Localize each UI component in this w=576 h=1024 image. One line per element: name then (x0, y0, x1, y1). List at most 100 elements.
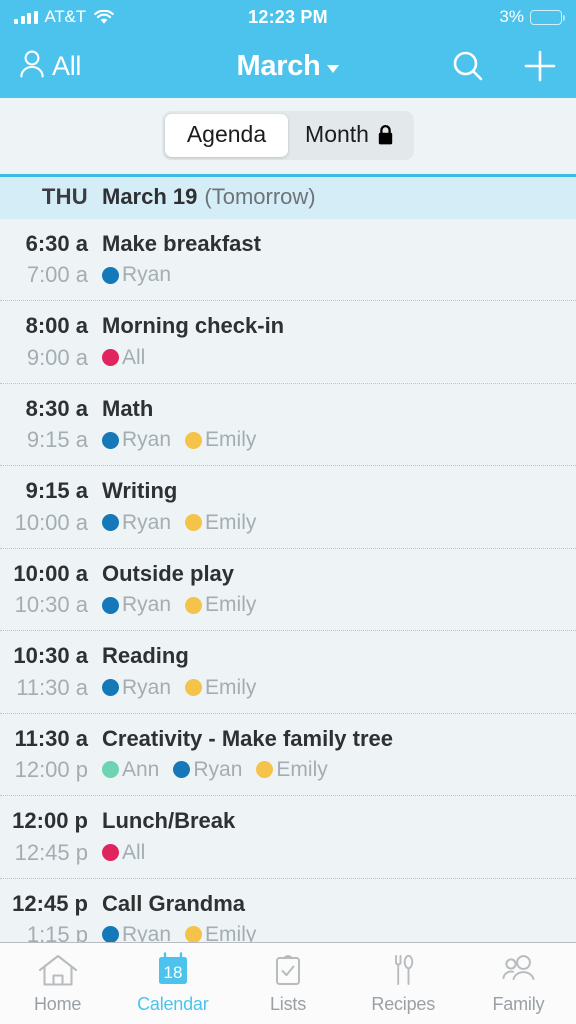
tab-home[interactable]: Home (0, 943, 115, 1024)
event-body: Outside play Ryan Emily (102, 558, 576, 620)
event-attendees: Ryan (102, 260, 576, 290)
person-icon (18, 48, 46, 85)
attendee: Emily (185, 590, 256, 620)
event-title: Morning check-in (102, 313, 285, 339)
tab-home-label: Home (33, 994, 82, 1014)
view-mode-switcher-container: Agenda Month (0, 98, 576, 174)
attendee-name: Ryan (122, 510, 172, 534)
event-title: Outside play (102, 560, 235, 586)
event-row[interactable]: 10:00 a 10:30 a Outside play Ryan Emily (0, 549, 576, 632)
event-title: Call Grandma (102, 890, 246, 916)
attendee-name: All (122, 840, 146, 864)
segment-month-label: Month (305, 121, 369, 147)
attendee-color-dot-icon (102, 349, 119, 367)
chevron-down-icon (327, 64, 340, 73)
search-icon[interactable] (450, 48, 486, 84)
event-start-time: 9:15 a (25, 478, 88, 504)
navigation-actions (450, 48, 558, 84)
event-body: Lunch/Break All (102, 805, 576, 867)
event-start-time: 11:30 a (14, 725, 88, 751)
event-end-time: 9:15 a (26, 427, 88, 453)
attendee-name: Emily (205, 922, 257, 942)
tab-lists[interactable]: Lists (230, 943, 345, 1024)
event-start-time: 12:45 p (12, 890, 88, 916)
event-row[interactable]: 12:00 p 12:45 p Lunch/Break All (0, 796, 576, 879)
attendee-color-dot-icon (102, 431, 119, 449)
event-time-range: 8:00 a 9:00 a (0, 310, 102, 372)
event-end-time: 10:30 a (14, 592, 88, 618)
event-start-time: 8:30 a (25, 395, 88, 421)
event-attendees: Ryan Emily (102, 590, 576, 620)
attendee-color-dot-icon (102, 266, 119, 284)
event-row[interactable]: 12:45 p 1:15 p Call Grandma Ryan Emily (0, 879, 576, 942)
event-title: Make breakfast (102, 231, 261, 256)
filter-all-button[interactable]: All (18, 48, 81, 85)
cellular-signal-icon (14, 10, 38, 24)
event-body: Call Grandma Ryan Emily (102, 888, 576, 942)
attendee-color-dot-icon (102, 514, 119, 532)
event-end-time: 9:00 a (26, 344, 88, 370)
people-icon (496, 952, 540, 988)
event-rows-container: 6:30 a 7:00 a Make breakfast Ryan 8:00 a 9:00… (0, 219, 576, 942)
tab-calendar[interactable]: 18 Calendar (115, 943, 230, 1024)
attendee-color-dot-icon (102, 596, 119, 614)
event-start-time: 8:00 a (25, 313, 88, 339)
agenda-list[interactable]: THU March 19 (Tomorrow) 6:30 a 7:00 a Make … (0, 174, 576, 942)
event-row[interactable]: 10:30 a 11:30 a Reading Ryan Emily (0, 631, 576, 714)
attendee: Emily (185, 673, 256, 703)
plus-icon[interactable] (522, 48, 558, 84)
event-title: Reading (102, 643, 189, 669)
event-title: Lunch/Break (102, 808, 236, 834)
segment-month[interactable]: Month (288, 114, 411, 157)
event-end-time: 1:15 p (26, 921, 88, 942)
event-row[interactable]: 9:15 a 10:00 a Writing Ryan Emily (0, 466, 576, 549)
tab-family[interactable]: Family (461, 943, 576, 1024)
event-start-time: 10:00 a (13, 560, 88, 586)
event-end-time: 11:30 a (16, 674, 88, 700)
event-end-time: 7:00 a (26, 262, 88, 288)
tab-family-label: Family (492, 994, 545, 1014)
bottom-tab-bar: Home 18 Calendar Lists Recipes Family (0, 942, 576, 1024)
attendee-color-dot-icon (185, 514, 203, 532)
attendee-name: Emily (205, 428, 257, 452)
attendee-name: Ann (122, 758, 160, 782)
attendee: All (102, 343, 145, 373)
fork-spoon-icon (382, 952, 424, 988)
attendee-color-dot-icon (256, 761, 274, 779)
day-date-group: March 19 (Tomorrow) (102, 184, 316, 210)
attendee-color-dot-icon (185, 431, 203, 449)
attendee-name: Emily (205, 675, 257, 699)
event-title: Creativity - Make family tree (102, 725, 394, 751)
view-mode-segmented-control[interactable]: Agenda Month (162, 111, 414, 160)
event-time-range: 10:00 a 10:30 a (0, 558, 102, 620)
event-time-range: 9:15 a 10:00 a (0, 475, 102, 537)
filter-all-label: All (52, 50, 82, 81)
tab-recipes[interactable]: Recipes (346, 943, 461, 1024)
carrier-label: AT&T (44, 7, 87, 26)
battery-percent-label: 3% (499, 7, 524, 26)
event-row[interactable]: 8:30 a 9:15 a Math Ryan Emily (0, 384, 576, 467)
event-row[interactable]: 11:30 a 12:00 p Creativity - Make family t… (0, 714, 576, 797)
status-bar-right: 3% (499, 7, 565, 27)
attendee-name: Emily (205, 510, 257, 534)
clipboard-check-icon (267, 952, 309, 988)
event-end-time: 12:45 p (14, 839, 88, 865)
event-time-range: 6:30 a 7:00 a (0, 228, 102, 290)
event-body: Creativity - Make family tree Ann Ryan Emil… (102, 723, 576, 785)
attendee-name: Emily (205, 593, 257, 617)
attendee-color-dot-icon (102, 761, 119, 779)
event-body: Writing Ryan Emily (102, 475, 576, 537)
event-row[interactable]: 6:30 a 7:00 a Make breakfast Ryan (0, 219, 576, 302)
event-end-time: 12:00 p (14, 757, 88, 783)
attendee: Ryan (102, 508, 171, 538)
event-attendees: Ann Ryan Emily (102, 755, 576, 785)
segment-agenda[interactable]: Agenda (165, 114, 288, 157)
event-row[interactable]: 8:00 a 9:00 a Morning check-in All (0, 301, 576, 384)
day-date-label: March 19 (102, 184, 198, 209)
calendar-icon: 18 (152, 952, 194, 988)
event-time-range: 11:30 a 12:00 p (0, 723, 102, 785)
navigation-bar: All March (0, 34, 576, 98)
svg-text:18: 18 (163, 963, 182, 982)
day-header: THU March 19 (Tomorrow) (0, 177, 576, 219)
attendee-color-dot-icon (185, 596, 203, 614)
